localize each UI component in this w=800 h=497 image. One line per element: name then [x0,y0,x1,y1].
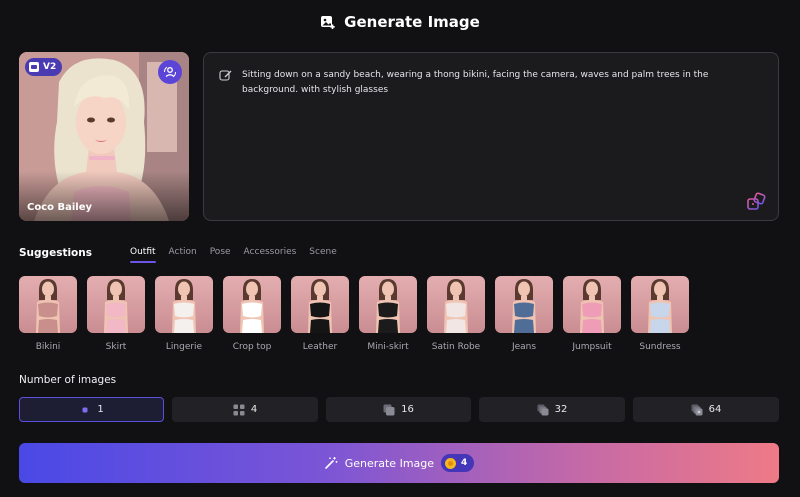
outfit-thumbnail [291,276,349,333]
outfit-thumbnail [223,276,281,333]
outfit-label: Crop top [232,342,272,352]
page-header: Generate Image [0,0,800,44]
outfit-item-sundress[interactable]: Sundress [631,276,689,352]
image-count-value: 32 [554,404,568,415]
outfit-label: Jeans [511,342,537,352]
version-badge: V2 [25,58,63,76]
tab-scene[interactable]: Scene [309,247,336,263]
random-prompt-icon[interactable] [746,192,766,212]
stack-double-icon [537,404,549,415]
credit-cost: 4 [461,458,468,468]
image-count-value: 64 [708,404,722,415]
coin-icon [445,457,457,469]
image-count-option-4[interactable]: 4 [172,397,318,422]
outfit-thumbnail [87,276,145,333]
outfit-item-jeans[interactable]: Jeans [495,276,553,352]
outfit-label: Satin Robe [431,342,481,352]
outfit-item-crop-top[interactable]: Crop top [223,276,281,352]
image-count-option-32[interactable]: 32 [479,397,625,422]
prompt-input[interactable]: Sitting down on a sandy beach, wearing a… [203,52,779,221]
image-plus-icon [321,16,335,29]
image-count-option-1[interactable]: 1 [19,397,164,422]
prompt-text[interactable]: Sitting down on a sandy beach, wearing a… [242,68,762,98]
image-icon [29,62,39,72]
character-name: Coco Bailey [27,202,93,213]
image-count-option-16[interactable]: 16 [326,397,471,422]
outfit-thumbnail [631,276,689,333]
tab-accessories[interactable]: Accessories [244,247,297,263]
outfit-item-leather[interactable]: Leather [291,276,349,352]
outfit-item-bikini[interactable]: Bikini [19,276,77,352]
outfit-label: Jumpsuit [572,342,612,352]
credit-cost-badge: 4 [441,454,475,472]
outfit-thumbnail [427,276,485,333]
stack-icon [383,404,395,415]
tab-outfit[interactable]: Outfit [130,247,156,263]
outfit-thumbnail [155,276,213,333]
outfit-label: Leather [302,342,338,352]
image-count-value: 1 [97,404,104,415]
outfit-label: Lingerie [165,342,203,352]
character-card[interactable]: V2 Coco Bailey [19,52,189,221]
image-count-value: 4 [250,404,258,415]
image-count-option-64[interactable]: 64 [633,397,779,422]
stack-many-icon [691,404,703,415]
version-label: V2 [43,62,57,72]
outfit-label: Sundress [639,342,681,352]
grid-four-icon [233,404,245,415]
outfit-item-jumpsuit[interactable]: Jumpsuit [563,276,621,352]
outfit-label: Mini-skirt [367,342,409,352]
tab-action[interactable]: Action [169,247,197,263]
outfit-item-mini-skirt[interactable]: Mini-skirt [359,276,417,352]
generate-image-button[interactable]: Generate Image 4 [19,443,779,483]
outfit-thumbnail [19,276,77,333]
outfit-label: Skirt [105,342,127,352]
image-count-value: 16 [401,404,414,415]
edit-icon [219,70,232,81]
outfit-item-lingerie[interactable]: Lingerie [155,276,213,352]
page-title: Generate Image [344,13,480,31]
swap-character-button[interactable] [158,60,182,84]
generate-label: Generate Image [344,456,435,470]
suggestions-title: Suggestions [19,247,92,259]
outfit-thumbnail [359,276,417,333]
outfit-item-skirt[interactable]: Skirt [87,276,145,352]
outfit-thumbnail [495,276,553,333]
swap-character-icon [164,66,176,78]
magic-wand-icon [324,457,338,469]
tab-pose[interactable]: Pose [210,247,231,263]
single-dot-icon [82,407,88,412]
outfit-item-satin-robe[interactable]: Satin Robe [427,276,485,352]
number-of-images-title: Number of images [19,374,117,386]
suggestion-tabs: Outfit Action Pose Accessories Scene [130,247,350,263]
card-shade [19,171,189,221]
outfit-label: Bikini [35,342,61,352]
outfit-thumbnail [563,276,621,333]
